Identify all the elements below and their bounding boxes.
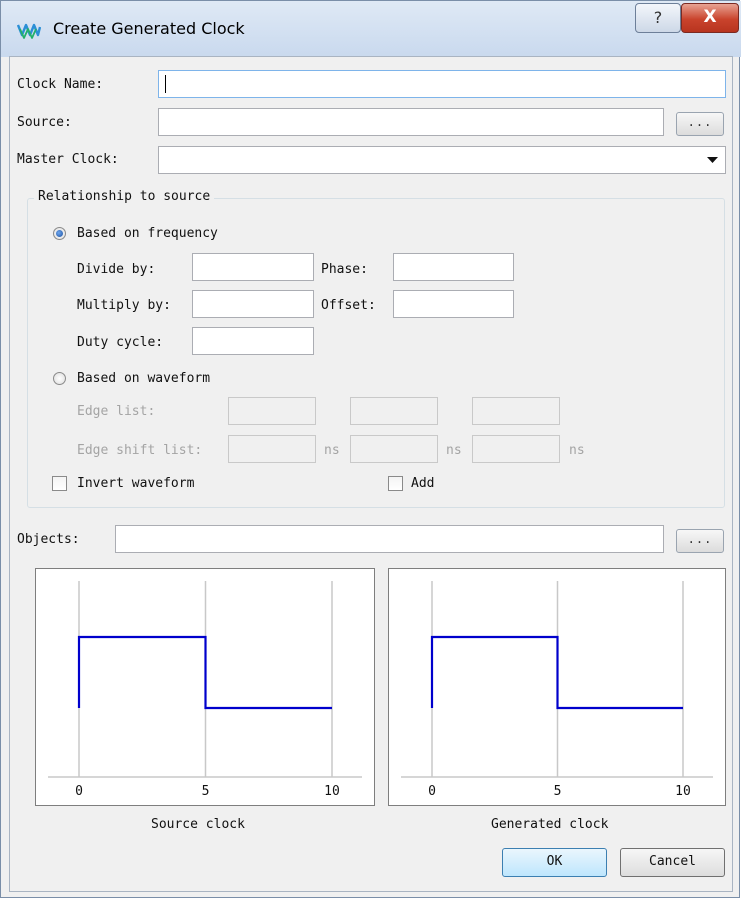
- waveform-line: [430, 635, 683, 710]
- x-tick-label: 0: [75, 784, 83, 799]
- divide-by-input[interactable]: [192, 253, 314, 281]
- title-bar[interactable]: Create Generated Clock ? X: [1, 1, 741, 57]
- based-on-waveform-radio[interactable]: [53, 372, 66, 385]
- source-input[interactable]: [158, 108, 664, 136]
- x-tick-label: 5: [202, 784, 210, 799]
- duty-cycle-input[interactable]: [192, 327, 314, 355]
- x-tick-label: 10: [324, 784, 340, 799]
- clock-name-label: Clock Name:: [17, 77, 104, 92]
- cancel-button[interactable]: Cancel: [620, 848, 725, 877]
- edge-list-input-1[interactable]: [228, 397, 316, 425]
- edge-shift-unit-2: ns: [446, 443, 462, 458]
- x-tick-label: 5: [554, 784, 562, 799]
- help-button[interactable]: ?: [635, 3, 681, 33]
- source-clock-chart: 0 5 10: [48, 581, 362, 799]
- objects-label: Objects:: [17, 532, 80, 547]
- objects-browse-button[interactable]: ...: [676, 529, 724, 553]
- multiply-by-input[interactable]: [192, 290, 314, 318]
- duty-cycle-label: Duty cycle:: [77, 335, 164, 350]
- based-on-waveform-label: Based on waveform: [77, 371, 211, 386]
- based-on-frequency-radio[interactable]: [53, 227, 66, 240]
- edge-shift-input-3[interactable]: [472, 435, 560, 463]
- edge-shift-unit-3: ns: [569, 443, 585, 458]
- source-label: Source:: [17, 115, 72, 130]
- x-tick-label: 10: [675, 784, 691, 799]
- clock-name-input[interactable]: [158, 70, 726, 98]
- chevron-down-icon: [707, 157, 718, 163]
- multiply-by-label: Multiply by:: [77, 298, 171, 313]
- source-clock-title: Source clock: [151, 817, 245, 832]
- edge-list-input-3[interactable]: [472, 397, 560, 425]
- invert-waveform-checkbox[interactable]: [52, 476, 67, 491]
- close-button[interactable]: X: [681, 3, 739, 33]
- edge-list-label: Edge list:: [77, 404, 156, 419]
- source-clock-chart-panel: 0 5 10: [35, 568, 375, 806]
- objects-input[interactable]: [115, 525, 664, 553]
- edge-shift-unit-1: ns: [324, 443, 340, 458]
- edge-shift-input-2[interactable]: [350, 435, 438, 463]
- offset-input[interactable]: [393, 290, 514, 318]
- offset-label: Offset:: [321, 298, 376, 313]
- divide-by-label: Divide by:: [77, 262, 156, 277]
- generated-clock-chart: 0 5 10: [401, 581, 713, 799]
- master-clock-select[interactable]: [158, 146, 726, 174]
- phase-input[interactable]: [393, 253, 514, 281]
- generated-clock-title: Generated clock: [491, 817, 609, 832]
- phase-label: Phase:: [321, 262, 368, 277]
- master-clock-label: Master Clock:: [17, 152, 119, 167]
- based-on-frequency-label: Based on frequency: [77, 226, 218, 241]
- waveform-line: [77, 635, 332, 710]
- ok-button[interactable]: OK: [502, 848, 607, 877]
- x-tick-label: 0: [428, 784, 436, 799]
- add-label: Add: [411, 476, 435, 491]
- source-browse-button[interactable]: ...: [676, 112, 724, 136]
- add-checkbox[interactable]: [388, 476, 403, 491]
- invert-waveform-label: Invert waveform: [77, 476, 195, 491]
- edge-shift-input-1[interactable]: [228, 435, 316, 463]
- edge-list-input-2[interactable]: [350, 397, 438, 425]
- window-title: Create Generated Clock: [53, 19, 245, 38]
- generated-clock-chart-panel: 0 5 10: [388, 568, 726, 806]
- app-logo-icon: [17, 23, 41, 39]
- relationship-group-title: Relationship to source: [34, 189, 215, 204]
- edge-shift-list-label: Edge shift list:: [77, 443, 203, 458]
- radio-selected-dot: [56, 230, 63, 237]
- text-cursor: [165, 75, 166, 93]
